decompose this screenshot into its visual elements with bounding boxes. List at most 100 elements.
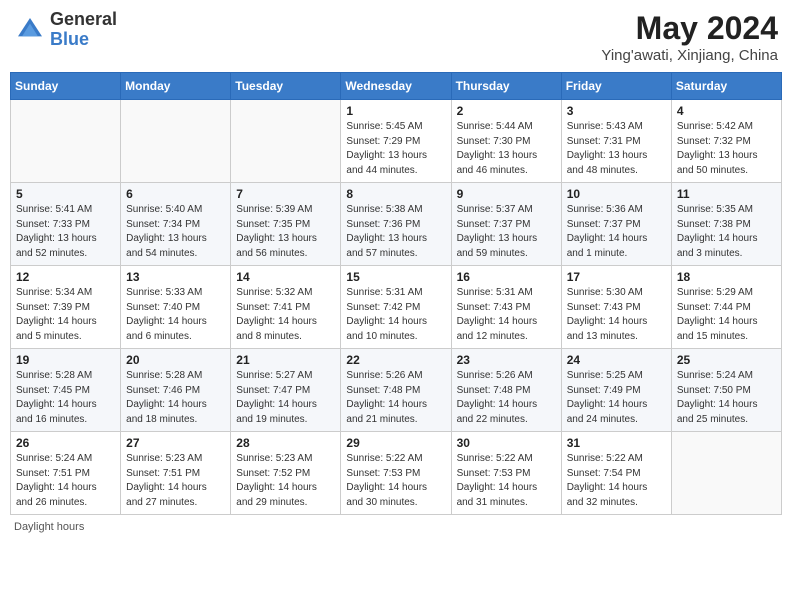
day-number: 15 bbox=[346, 270, 445, 284]
header-cell-saturday: Saturday bbox=[671, 73, 781, 100]
day-number: 2 bbox=[457, 104, 556, 118]
day-number: 20 bbox=[126, 353, 225, 367]
day-number: 22 bbox=[346, 353, 445, 367]
logo-icon bbox=[14, 14, 46, 46]
day-number: 25 bbox=[677, 353, 776, 367]
calendar-cell bbox=[121, 100, 231, 183]
day-number: 21 bbox=[236, 353, 335, 367]
day-info: Sunrise: 5:42 AM Sunset: 7:32 PM Dayligh… bbox=[677, 120, 776, 178]
calendar-cell: 8 Sunrise: 5:38 AM Sunset: 7:36 PM Daylig… bbox=[341, 183, 451, 266]
header-cell-sunday: Sunday bbox=[11, 73, 121, 100]
calendar-cell: 22 Sunrise: 5:26 AM Sunset: 7:48 PM Dayli… bbox=[341, 349, 451, 432]
calendar-cell: 17 Sunrise: 5:30 AM Sunset: 7:43 PM Dayli… bbox=[561, 266, 671, 349]
day-info: Sunrise: 5:41 AM Sunset: 7:33 PM Dayligh… bbox=[16, 203, 115, 261]
calendar-cell: 24 Sunrise: 5:25 AM Sunset: 7:49 PM Dayli… bbox=[561, 349, 671, 432]
day-info: Sunrise: 5:33 AM Sunset: 7:40 PM Dayligh… bbox=[126, 286, 225, 344]
calendar-cell: 29Sunrise: 5:22 AM Sunset: 7:53 PM Dayli… bbox=[341, 432, 451, 515]
day-info: Sunrise: 5:34 AM Sunset: 7:39 PM Dayligh… bbox=[16, 286, 115, 344]
day-number: 16 bbox=[457, 270, 556, 284]
day-number: 24 bbox=[567, 353, 666, 367]
day-number: 23 bbox=[457, 353, 556, 367]
day-info: Sunrise: 5:39 AM Sunset: 7:35 PM Dayligh… bbox=[236, 203, 335, 261]
header-cell-friday: Friday bbox=[561, 73, 671, 100]
footer: Daylight hours bbox=[10, 521, 782, 533]
day-number: 3 bbox=[567, 104, 666, 118]
calendar-cell: 10 Sunrise: 5:36 AM Sunset: 7:37 PM Dayli… bbox=[561, 183, 671, 266]
day-info: Sunrise: 5:31 AM Sunset: 7:42 PM Dayligh… bbox=[346, 286, 445, 344]
day-number: 27 bbox=[126, 436, 225, 450]
day-number: 6 bbox=[126, 187, 225, 201]
day-info: Sunrise: 5:37 AM Sunset: 7:37 PM Dayligh… bbox=[457, 203, 556, 261]
day-number: 14 bbox=[236, 270, 335, 284]
header-cell-tuesday: Tuesday bbox=[231, 73, 341, 100]
day-number: 30 bbox=[457, 436, 556, 450]
calendar-cell: 25Sunrise: 5:24 AM Sunset: 7:50 PM Dayli… bbox=[671, 349, 781, 432]
calendar-cell bbox=[671, 432, 781, 515]
calendar-cell bbox=[231, 100, 341, 183]
day-number: 17 bbox=[567, 270, 666, 284]
day-info: Sunrise: 5:28 AM Sunset: 7:46 PM Dayligh… bbox=[126, 369, 225, 427]
day-number: 9 bbox=[457, 187, 556, 201]
day-info: Sunrise: 5:22 AM Sunset: 7:53 PM Dayligh… bbox=[457, 452, 556, 510]
day-number: 19 bbox=[16, 353, 115, 367]
day-info: Sunrise: 5:30 AM Sunset: 7:43 PM Dayligh… bbox=[567, 286, 666, 344]
day-info: Sunrise: 5:23 AM Sunset: 7:51 PM Dayligh… bbox=[126, 452, 225, 510]
day-number: 10 bbox=[567, 187, 666, 201]
day-info: Sunrise: 5:43 AM Sunset: 7:31 PM Dayligh… bbox=[567, 120, 666, 178]
calendar-cell: 12Sunrise: 5:34 AM Sunset: 7:39 PM Dayli… bbox=[11, 266, 121, 349]
day-info: Sunrise: 5:36 AM Sunset: 7:37 PM Dayligh… bbox=[567, 203, 666, 261]
day-info: Sunrise: 5:45 AM Sunset: 7:29 PM Dayligh… bbox=[346, 120, 445, 178]
calendar-cell bbox=[11, 100, 121, 183]
daylight-label: Daylight hours bbox=[14, 521, 84, 533]
week-row: 1 Sunrise: 5:45 AM Sunset: 7:29 PM Daylig… bbox=[11, 100, 782, 183]
day-info: Sunrise: 5:27 AM Sunset: 7:47 PM Dayligh… bbox=[236, 369, 335, 427]
calendar-cell: 27 Sunrise: 5:23 AM Sunset: 7:51 PM Dayli… bbox=[121, 432, 231, 515]
day-info: Sunrise: 5:22 AM Sunset: 7:54 PM Dayligh… bbox=[567, 452, 666, 510]
day-info: Sunrise: 5:28 AM Sunset: 7:45 PM Dayligh… bbox=[16, 369, 115, 427]
day-number: 5 bbox=[16, 187, 115, 201]
day-info: Sunrise: 5:40 AM Sunset: 7:34 PM Dayligh… bbox=[126, 203, 225, 261]
logo-blue: Blue bbox=[50, 30, 117, 50]
calendar-cell: 5 Sunrise: 5:41 AM Sunset: 7:33 PM Daylig… bbox=[11, 183, 121, 266]
day-info: Sunrise: 5:38 AM Sunset: 7:36 PM Dayligh… bbox=[346, 203, 445, 261]
calendar-cell: 26 Sunrise: 5:24 AM Sunset: 7:51 PM Dayli… bbox=[11, 432, 121, 515]
calendar-table: SundayMondayTuesdayWednesdayThursdayFrid… bbox=[10, 72, 782, 515]
day-number: 26 bbox=[16, 436, 115, 450]
calendar-cell: 4 Sunrise: 5:42 AM Sunset: 7:32 PM Daylig… bbox=[671, 100, 781, 183]
calendar-cell: 23Sunrise: 5:26 AM Sunset: 7:48 PM Dayli… bbox=[451, 349, 561, 432]
title-block: May 2024 Ying'awati, Xinjiang, China bbox=[601, 10, 778, 64]
calendar-cell: 1 Sunrise: 5:45 AM Sunset: 7:29 PM Daylig… bbox=[341, 100, 451, 183]
day-number: 1 bbox=[346, 104, 445, 118]
day-number: 28 bbox=[236, 436, 335, 450]
day-number: 7 bbox=[236, 187, 335, 201]
calendar-cell: 28 Sunrise: 5:23 AM Sunset: 7:52 PM Dayli… bbox=[231, 432, 341, 515]
week-row: 19 Sunrise: 5:28 AM Sunset: 7:45 PM Dayli… bbox=[11, 349, 782, 432]
calendar-cell: 14Sunrise: 5:32 AM Sunset: 7:41 PM Dayli… bbox=[231, 266, 341, 349]
month-year: May 2024 bbox=[601, 10, 778, 47]
day-number: 4 bbox=[677, 104, 776, 118]
page-header: General Blue May 2024 Ying'awati, Xinjia… bbox=[10, 10, 782, 64]
calendar-cell: 19 Sunrise: 5:28 AM Sunset: 7:45 PM Dayli… bbox=[11, 349, 121, 432]
calendar-cell: 2 Sunrise: 5:44 AM Sunset: 7:30 PM Daylig… bbox=[451, 100, 561, 183]
week-row: 26 Sunrise: 5:24 AM Sunset: 7:51 PM Dayli… bbox=[11, 432, 782, 515]
day-number: 11 bbox=[677, 187, 776, 201]
day-info: Sunrise: 5:26 AM Sunset: 7:48 PM Dayligh… bbox=[346, 369, 445, 427]
day-info: Sunrise: 5:23 AM Sunset: 7:52 PM Dayligh… bbox=[236, 452, 335, 510]
calendar-cell: 9 Sunrise: 5:37 AM Sunset: 7:37 PM Daylig… bbox=[451, 183, 561, 266]
day-info: Sunrise: 5:44 AM Sunset: 7:30 PM Dayligh… bbox=[457, 120, 556, 178]
calendar-cell: 20 Sunrise: 5:28 AM Sunset: 7:46 PM Dayli… bbox=[121, 349, 231, 432]
logo: General Blue bbox=[14, 10, 117, 50]
calendar-cell: 18 Sunrise: 5:29 AM Sunset: 7:44 PM Dayli… bbox=[671, 266, 781, 349]
header-cell-monday: Monday bbox=[121, 73, 231, 100]
week-row: 5 Sunrise: 5:41 AM Sunset: 7:33 PM Daylig… bbox=[11, 183, 782, 266]
day-info: Sunrise: 5:24 AM Sunset: 7:51 PM Dayligh… bbox=[16, 452, 115, 510]
week-row: 12Sunrise: 5:34 AM Sunset: 7:39 PM Dayli… bbox=[11, 266, 782, 349]
calendar-body: 1 Sunrise: 5:45 AM Sunset: 7:29 PM Daylig… bbox=[11, 100, 782, 515]
calendar-cell: 13Sunrise: 5:33 AM Sunset: 7:40 PM Dayli… bbox=[121, 266, 231, 349]
calendar-cell: 11Sunrise: 5:35 AM Sunset: 7:38 PM Dayli… bbox=[671, 183, 781, 266]
calendar-cell: 31Sunrise: 5:22 AM Sunset: 7:54 PM Dayli… bbox=[561, 432, 671, 515]
day-number: 8 bbox=[346, 187, 445, 201]
day-number: 18 bbox=[677, 270, 776, 284]
day-info: Sunrise: 5:29 AM Sunset: 7:44 PM Dayligh… bbox=[677, 286, 776, 344]
day-info: Sunrise: 5:25 AM Sunset: 7:49 PM Dayligh… bbox=[567, 369, 666, 427]
